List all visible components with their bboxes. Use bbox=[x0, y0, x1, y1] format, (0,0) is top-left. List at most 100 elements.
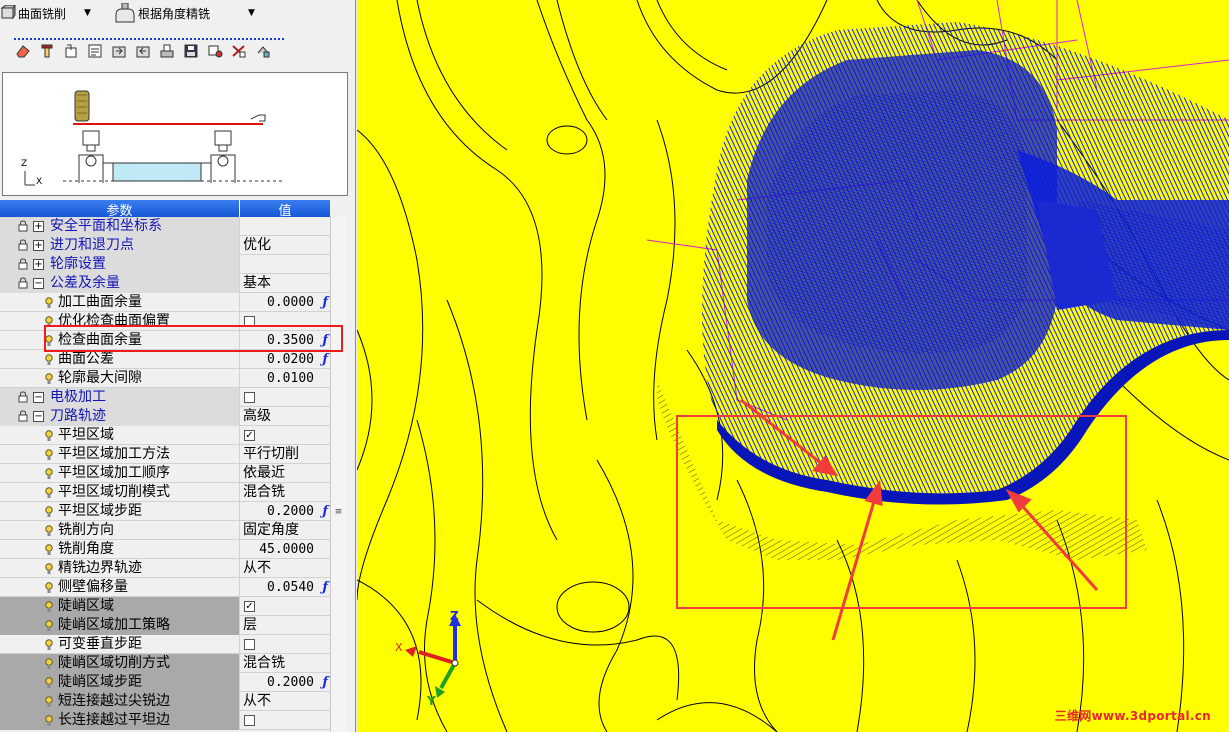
param-value-cell[interactable]: 混合铣 bbox=[240, 483, 330, 502]
settings-icon[interactable] bbox=[206, 42, 224, 60]
chevron-down-icon[interactable]: ▼ bbox=[84, 8, 91, 18]
param-row[interactable]: 轮廓最大间隙 0.0100 bbox=[0, 369, 330, 388]
param-name-cell[interactable]: 长连接越过平坦边 bbox=[0, 711, 240, 730]
formula-icon[interactable]: ƒ bbox=[322, 331, 328, 350]
param-name-cell[interactable]: 平坦区域 bbox=[0, 426, 240, 445]
import-icon[interactable] bbox=[134, 42, 152, 60]
save-icon[interactable] bbox=[182, 42, 200, 60]
param-value-cell[interactable]: 从不 bbox=[240, 559, 330, 578]
formula-icon[interactable]: ƒ bbox=[322, 502, 328, 521]
eraser-icon[interactable] bbox=[14, 42, 32, 60]
param-row[interactable]: 优化检查曲面偏置 bbox=[0, 312, 330, 331]
tool-icon[interactable] bbox=[38, 42, 56, 60]
param-value-cell[interactable] bbox=[240, 635, 330, 654]
formula-icon[interactable]: ƒ bbox=[322, 673, 328, 692]
export-icon[interactable] bbox=[110, 42, 128, 60]
param-name-cell[interactable]: 轮廓最大间隙 bbox=[0, 369, 240, 388]
param-value-cell[interactable]: 平行切削 bbox=[240, 445, 330, 464]
expand-icon[interactable]: + bbox=[33, 259, 44, 270]
value-column-header[interactable]: 值 bbox=[240, 200, 330, 219]
param-name-cell[interactable]: 铣削角度 bbox=[0, 540, 240, 559]
param-name-cell[interactable]: + 轮廓设置 bbox=[0, 255, 240, 274]
param-name-cell[interactable]: 平坦区域步距 bbox=[0, 502, 240, 521]
collapse-icon[interactable]: − bbox=[33, 392, 44, 403]
param-name-cell[interactable]: 陡峭区域加工策略 bbox=[0, 616, 240, 635]
param-group-row[interactable]: + 轮廓设置 bbox=[0, 255, 330, 274]
param-name-cell[interactable]: 短连接越过尖锐边 bbox=[0, 692, 240, 711]
param-row[interactable]: 平坦区域步距 0.2000 ƒ bbox=[0, 502, 330, 521]
formula-icon[interactable]: ƒ bbox=[322, 350, 328, 369]
param-value-cell[interactable]: 0.2000 ƒ bbox=[240, 502, 330, 521]
param-name-cell[interactable]: 铣削方向 bbox=[0, 521, 240, 540]
3d-viewport[interactable]: Z X Y 三维网www.3dportal.cn bbox=[357, 0, 1229, 732]
param-name-cell[interactable]: 检查曲面余量 bbox=[0, 331, 240, 350]
param-row[interactable]: 侧壁偏移量 0.0540 ƒ bbox=[0, 578, 330, 597]
param-checkbox[interactable] bbox=[244, 316, 255, 327]
param-value-cell[interactable]: 基本 bbox=[240, 274, 330, 293]
hand-icon[interactable] bbox=[62, 42, 80, 60]
param-value-cell[interactable]: 0.0100 bbox=[240, 369, 330, 388]
param-group-row[interactable]: − 公差及余量 基本 bbox=[0, 274, 330, 293]
grid-scrollbar[interactable]: ≡ bbox=[330, 217, 346, 732]
param-value-cell[interactable]: 0.2000 ƒ bbox=[240, 673, 330, 692]
param-name-cell[interactable]: − 公差及余量 bbox=[0, 274, 240, 293]
param-name-cell[interactable]: 平坦区域切削模式 bbox=[0, 483, 240, 502]
param-row[interactable]: 可变垂直步距 bbox=[0, 635, 330, 654]
param-value-cell[interactable]: 0.0000 ƒ bbox=[240, 293, 330, 312]
param-value-cell[interactable] bbox=[240, 217, 330, 236]
param-name-cell[interactable]: + 安全平面和坐标系 bbox=[0, 217, 240, 236]
param-group-row[interactable]: − 电极加工 bbox=[0, 388, 330, 407]
param-value-cell[interactable]: 混合铣 bbox=[240, 654, 330, 673]
param-checkbox[interactable] bbox=[244, 715, 255, 726]
param-value-cell[interactable]: 高级 bbox=[240, 407, 330, 426]
param-name-cell[interactable]: + 进刀和退刀点 bbox=[0, 236, 240, 255]
param-name-cell[interactable]: 可变垂直步距 bbox=[0, 635, 240, 654]
param-name-cell[interactable]: 侧壁偏移量 bbox=[0, 578, 240, 597]
param-name-cell[interactable]: − 电极加工 bbox=[0, 388, 240, 407]
param-name-cell[interactable]: 加工曲面余量 bbox=[0, 293, 240, 312]
param-value-cell[interactable]: 0.0540 ƒ bbox=[240, 578, 330, 597]
param-name-cell[interactable]: 陡峭区域 bbox=[0, 597, 240, 616]
param-value-cell[interactable] bbox=[240, 312, 330, 331]
param-value-cell[interactable]: 0.3500 ƒ bbox=[240, 331, 330, 350]
param-row[interactable]: 平坦区域加工方法 平行切削 bbox=[0, 445, 330, 464]
formula-icon[interactable]: ƒ bbox=[322, 578, 328, 597]
param-row[interactable]: 平坦区域 ✓ bbox=[0, 426, 330, 445]
param-name-cell[interactable]: 陡峭区域切削方式 bbox=[0, 654, 240, 673]
param-value-cell[interactable] bbox=[240, 255, 330, 274]
param-row[interactable]: 陡峭区域步距 0.2000 ƒ bbox=[0, 673, 330, 692]
param-value-cell[interactable]: 45.0000 bbox=[240, 540, 330, 559]
param-value-cell[interactable]: ✓ bbox=[240, 426, 330, 445]
param-value-cell[interactable] bbox=[240, 388, 330, 407]
param-value-cell[interactable]: 层 bbox=[240, 616, 330, 635]
param-value-cell[interactable]: 优化 bbox=[240, 236, 330, 255]
param-row[interactable]: 铣削角度 45.0000 bbox=[0, 540, 330, 559]
expand-icon[interactable]: + bbox=[33, 240, 44, 251]
param-checkbox[interactable]: ✓ bbox=[244, 430, 255, 441]
fixture-icon[interactable] bbox=[158, 42, 176, 60]
chevron-down-icon[interactable]: ▼ bbox=[248, 8, 255, 18]
param-checkbox[interactable]: ✓ bbox=[244, 601, 255, 612]
method-dropdown[interactable]: 曲面铣削 ▼ bbox=[0, 2, 112, 24]
sync-icon[interactable] bbox=[254, 42, 272, 60]
key-icon[interactable] bbox=[230, 42, 248, 60]
param-name-cell[interactable]: − 刀路轨迹 bbox=[0, 407, 240, 426]
param-row[interactable]: 陡峭区域加工策略 层 bbox=[0, 616, 330, 635]
param-row[interactable]: 平坦区域加工顺序 依最近 bbox=[0, 464, 330, 483]
param-column-header[interactable]: 参数 bbox=[0, 200, 240, 219]
param-group-row[interactable]: + 安全平面和坐标系 bbox=[0, 217, 330, 236]
formula-icon[interactable]: ƒ bbox=[322, 293, 328, 312]
param-group-row[interactable]: + 进刀和退刀点 优化 bbox=[0, 236, 330, 255]
param-row[interactable]: 陡峭区域切削方式 混合铣 bbox=[0, 654, 330, 673]
param-name-cell[interactable]: 精铣边界轨迹 bbox=[0, 559, 240, 578]
param-checkbox[interactable] bbox=[244, 639, 255, 650]
param-row[interactable]: 铣削方向 固定角度 bbox=[0, 521, 330, 540]
properties-icon[interactable] bbox=[86, 42, 104, 60]
param-name-cell[interactable]: 平坦区域加工顺序 bbox=[0, 464, 240, 483]
param-row[interactable]: 长连接越过平坦边 bbox=[0, 711, 330, 730]
param-value-cell[interactable]: 从不 bbox=[240, 692, 330, 711]
param-name-cell[interactable]: 陡峭区域步距 bbox=[0, 673, 240, 692]
param-name-cell[interactable]: 平坦区域加工方法 bbox=[0, 445, 240, 464]
param-row[interactable]: 加工曲面余量 0.0000 ƒ bbox=[0, 293, 330, 312]
param-row[interactable]: 陡峭区域 ✓ bbox=[0, 597, 330, 616]
